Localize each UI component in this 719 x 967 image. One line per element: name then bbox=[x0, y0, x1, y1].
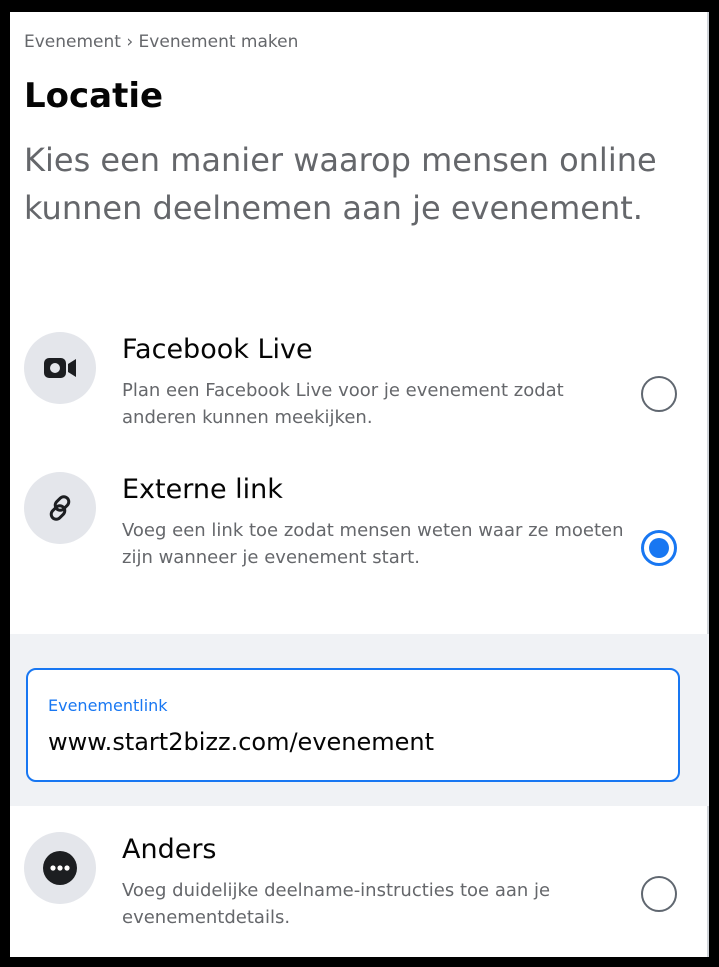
option-title: Facebook Live bbox=[122, 334, 313, 365]
option-description: Voeg een link toe zodat mensen weten waa… bbox=[122, 520, 624, 568]
option-description: Voeg duidelijke deelname-instructies toe… bbox=[122, 880, 551, 928]
other-radio[interactable] bbox=[641, 876, 677, 912]
event-link-section: Evenementlink www.start2bizz.com/eveneme… bbox=[10, 634, 709, 806]
page-subtitle: Kies een manier waarop mensen online kun… bbox=[24, 141, 657, 227]
external-link-radio[interactable] bbox=[641, 530, 677, 566]
event-link-label: Evenementlink bbox=[48, 696, 168, 715]
breadcrumb[interactable]: Evenement › Evenement maken bbox=[24, 32, 298, 52]
video-camera-icon bbox=[24, 332, 96, 404]
option-title: Externe link bbox=[122, 474, 283, 505]
option-facebook-live[interactable]: Facebook Live Plan een Facebook Live voo… bbox=[10, 322, 709, 452]
facebook-live-radio[interactable] bbox=[641, 376, 677, 412]
location-panel: Evenement › Evenement maken Locatie Kies… bbox=[10, 12, 709, 957]
event-link-input[interactable]: www.start2bizz.com/evenement bbox=[48, 728, 434, 756]
more-icon bbox=[24, 832, 96, 904]
option-other[interactable]: Anders Voeg duidelijke deelname-instruct… bbox=[10, 822, 709, 957]
event-link-field[interactable]: Evenementlink www.start2bizz.com/eveneme… bbox=[26, 668, 680, 782]
option-external-link[interactable]: Externe link Voeg een link toe zodat men… bbox=[10, 462, 709, 622]
option-description: Plan een Facebook Live voor je evenement… bbox=[122, 380, 564, 428]
page-title: Locatie bbox=[24, 76, 164, 116]
option-title: Anders bbox=[122, 834, 217, 865]
link-icon bbox=[24, 472, 96, 544]
